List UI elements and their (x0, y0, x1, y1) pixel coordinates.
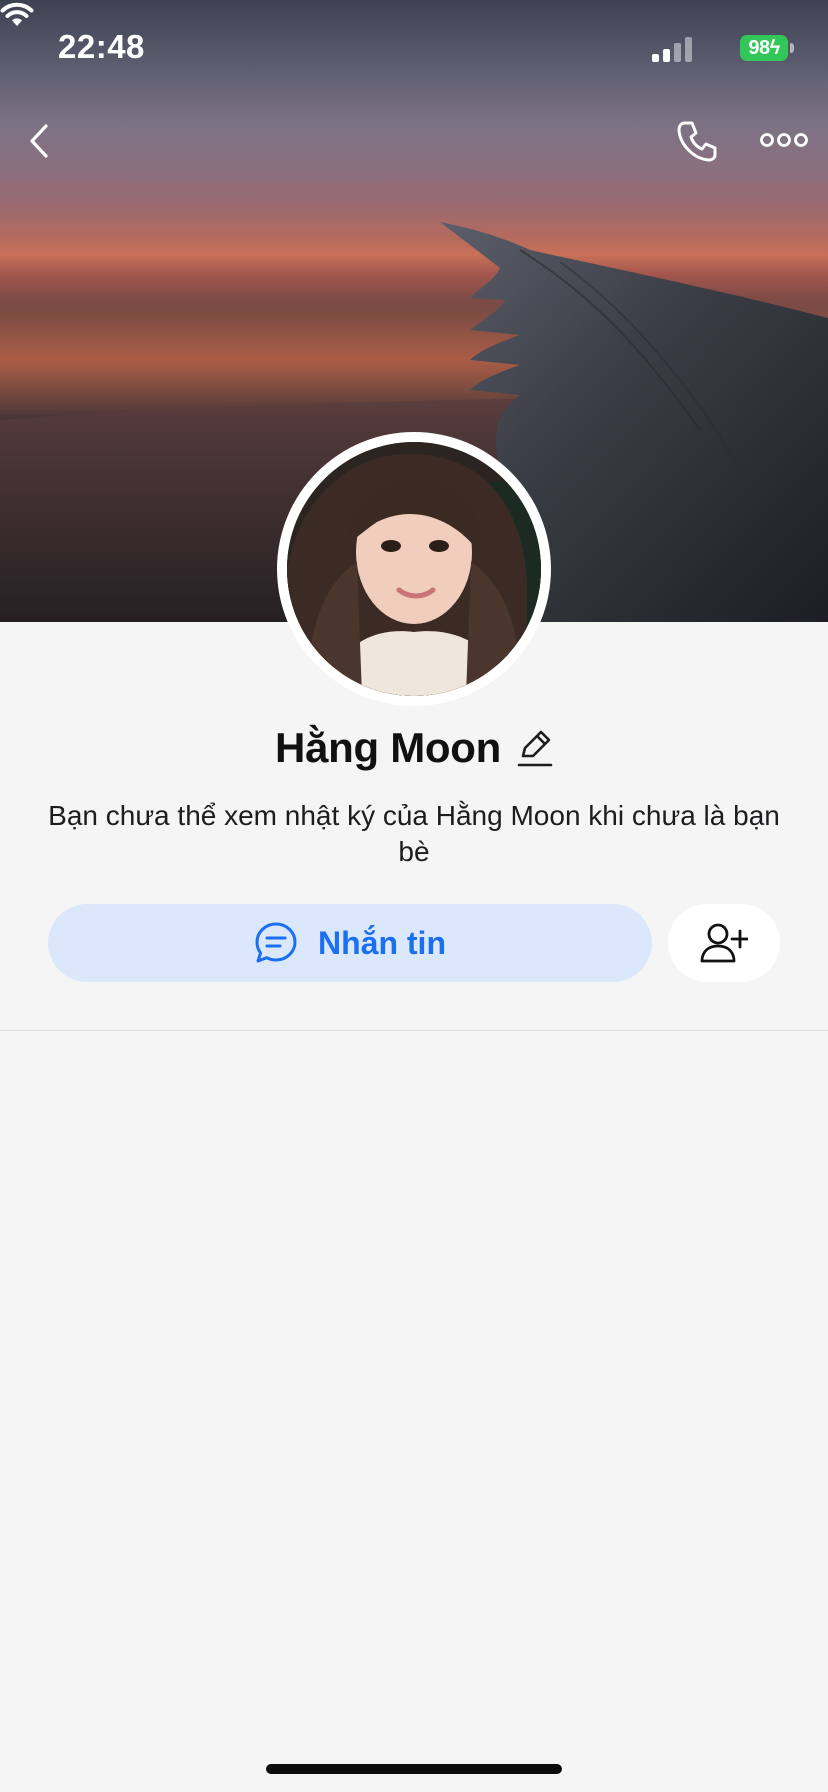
avatar[interactable] (287, 442, 541, 696)
avatar-image (287, 442, 541, 696)
friend-only-notice: Bạn chưa thể xem nhật ký của Hằng Moon k… (48, 800, 780, 867)
phone-icon[interactable] (674, 118, 720, 164)
message-button[interactable]: Nhắn tin (48, 904, 652, 982)
signal-icon (652, 36, 692, 62)
chat-bubble-icon (255, 922, 297, 963)
battery-cap (790, 43, 794, 53)
name-row: Hằng Moon (0, 718, 828, 778)
message-button-label: Nhắn tin (318, 924, 446, 961)
more-icon[interactable] (760, 128, 808, 152)
back-arrow-icon[interactable] (26, 122, 54, 160)
home-indicator[interactable] (266, 1764, 562, 1774)
battery-level: 98 (748, 37, 770, 59)
profile-name: Hằng Moon (275, 724, 501, 771)
charging-bolt-icon: ϟ (769, 37, 781, 59)
add-friend-icon (700, 923, 748, 963)
edit-pencil-icon[interactable] (517, 728, 553, 768)
add-friend-button[interactable] (668, 904, 780, 982)
section-divider (0, 1030, 828, 1031)
status-time: 22:48 (58, 28, 145, 65)
profile-screen: 22:48 98ϟ Hằng Moon Bạn chưa thể xem nhậ… (0, 0, 828, 1792)
battery-icon: 98ϟ (740, 35, 788, 61)
wifi-icon (0, 2, 34, 26)
